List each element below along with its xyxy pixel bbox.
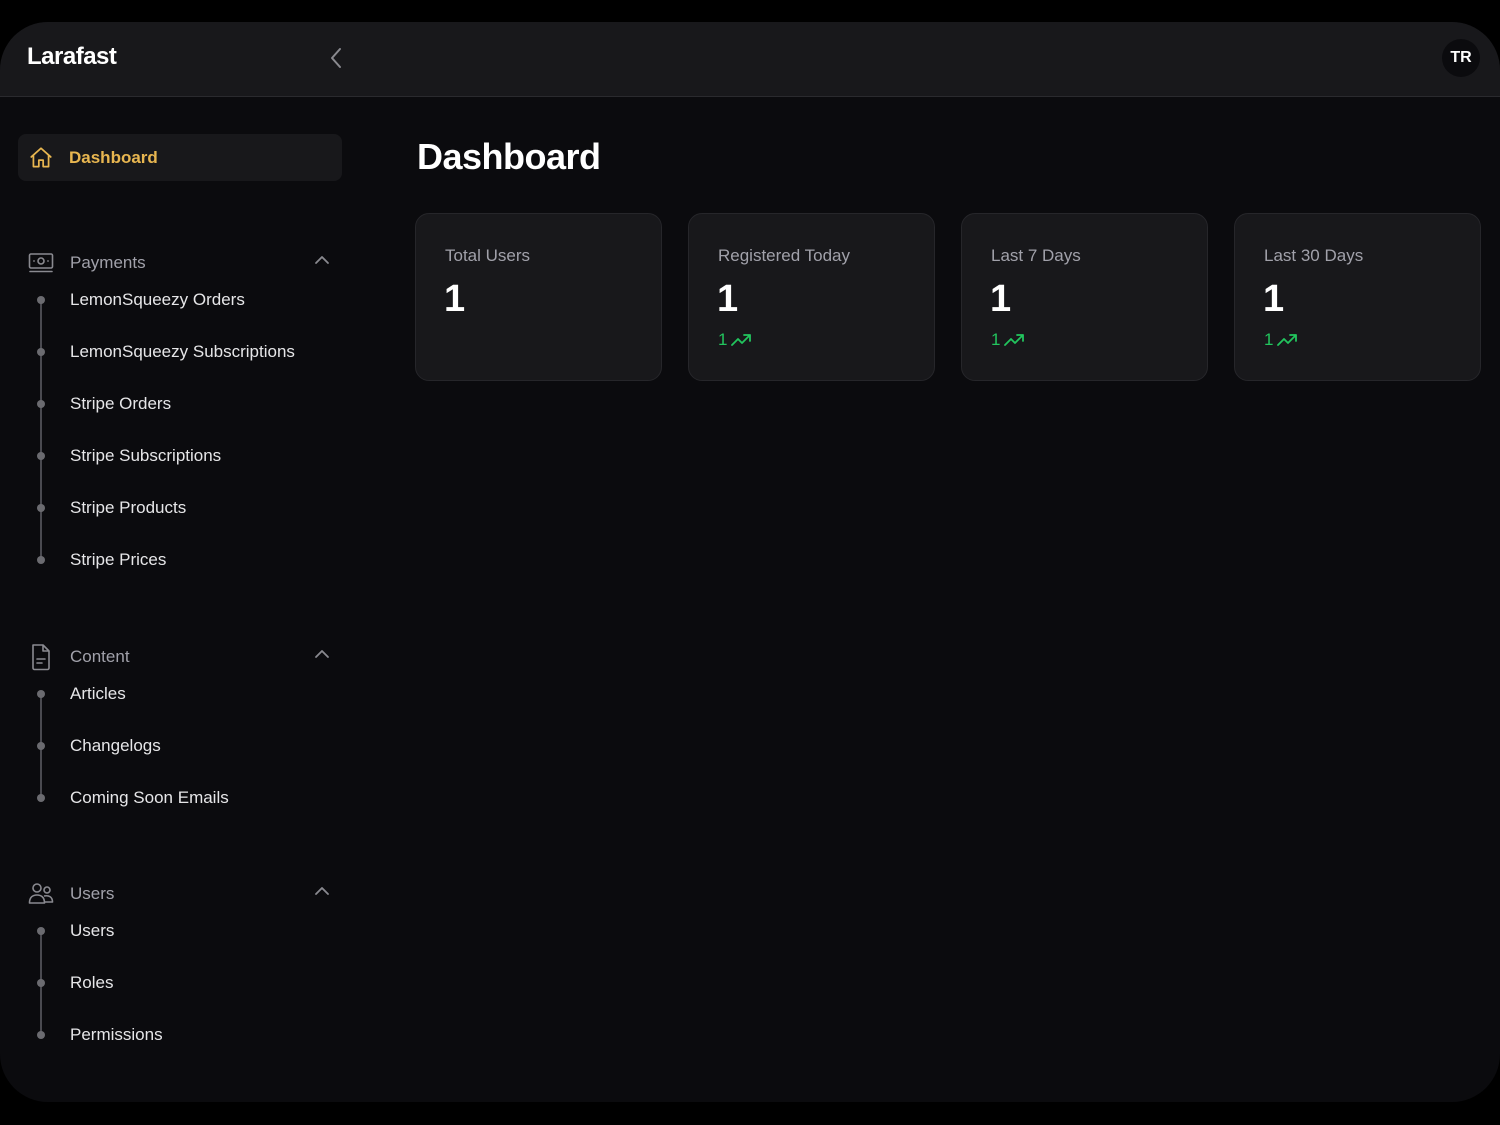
sidebar-item-label: Permissions bbox=[70, 1025, 163, 1044]
stat-card-last-7-days: Last 7 Days 1 1 bbox=[961, 213, 1208, 381]
bullet-icon bbox=[37, 794, 45, 802]
bullet-icon bbox=[37, 400, 45, 408]
sidebar-item-label: Stripe Subscriptions bbox=[70, 446, 222, 465]
bullet-icon bbox=[37, 1031, 45, 1039]
sidebar-item-stripe-products[interactable]: Stripe Products bbox=[0, 493, 360, 523]
stat-label: Total Users bbox=[445, 246, 531, 265]
bullet-icon bbox=[37, 296, 45, 304]
chevron-up-icon[interactable] bbox=[314, 254, 330, 266]
stat-value: 1 bbox=[1263, 278, 1285, 320]
stat-value: 1 bbox=[717, 278, 739, 320]
bullet-icon bbox=[37, 690, 45, 698]
sidebar-item-label: Changelogs bbox=[70, 736, 161, 755]
sidebar-item-dashboard[interactable]: Dashboard bbox=[18, 134, 342, 181]
stat-card-last-30-days: Last 30 Days 1 1 bbox=[1234, 213, 1481, 381]
stat-card-registered-today: Registered Today 1 1 bbox=[688, 213, 935, 381]
users-icon bbox=[28, 883, 54, 904]
sidebar-group-header-users[interactable]: Users bbox=[28, 879, 332, 909]
sidebar-item-lemonsqueezy-orders[interactable]: LemonSqueezy Orders bbox=[0, 285, 360, 315]
sidebar-item-roles[interactable]: Roles bbox=[0, 968, 360, 998]
sidebar-item-label: LemonSqueezy Subscriptions bbox=[70, 342, 295, 361]
sidebar-item-label: Dashboard bbox=[69, 147, 158, 167]
sidebar-item-stripe-subscriptions[interactable]: Stripe Subscriptions bbox=[0, 441, 360, 471]
sidebar-item-label: Stripe Prices bbox=[70, 550, 167, 569]
chevron-left-icon bbox=[331, 48, 341, 68]
page-title: Dashboard bbox=[417, 136, 601, 177]
stat-trend: 1 bbox=[718, 330, 753, 350]
bullet-icon bbox=[37, 452, 45, 460]
user-avatar[interactable]: TR bbox=[1442, 39, 1480, 77]
stat-value: 1 bbox=[990, 278, 1012, 320]
sidebar-item-articles[interactable]: Articles bbox=[0, 679, 360, 709]
sidebar-item-label: LemonSqueezy Orders bbox=[70, 290, 245, 309]
stat-label: Registered Today bbox=[718, 246, 850, 265]
collapse-sidebar-button[interactable] bbox=[322, 44, 350, 72]
sidebar-item-stripe-orders[interactable]: Stripe Orders bbox=[0, 389, 360, 419]
bullet-icon bbox=[37, 556, 45, 564]
sidebar-item-label: Stripe Products bbox=[70, 498, 187, 517]
stat-trend-value: 1 bbox=[1264, 330, 1274, 349]
brand-logo[interactable]: Larafast bbox=[27, 43, 117, 71]
document-text-icon bbox=[32, 644, 50, 671]
chevron-up-icon[interactable] bbox=[314, 648, 330, 660]
bullet-icon bbox=[37, 504, 45, 512]
sidebar-group-label: Content bbox=[70, 647, 130, 666]
sidebar-group-label: Payments bbox=[70, 253, 146, 272]
stat-label: Last 30 Days bbox=[1264, 246, 1364, 265]
trending-up-icon bbox=[731, 334, 752, 346]
sidebar-item-label: Users bbox=[70, 921, 115, 940]
sidebar-item-permissions[interactable]: Permissions bbox=[0, 1020, 360, 1050]
sidebar-group-label: Users bbox=[70, 884, 115, 903]
trending-up-icon bbox=[1004, 334, 1025, 346]
stat-trend: 1 bbox=[991, 330, 1026, 350]
bullet-icon bbox=[37, 348, 45, 356]
trending-up-icon bbox=[1277, 334, 1298, 346]
home-icon bbox=[30, 146, 52, 168]
sidebar-group-header-payments[interactable]: Payments bbox=[28, 248, 332, 278]
stat-trend: 1 bbox=[1264, 330, 1299, 350]
sidebar: Dashboard Payments LemonSqueezy Orders L… bbox=[0, 98, 360, 1102]
stat-card-total-users: Total Users 1 bbox=[415, 213, 662, 381]
sidebar-item-stripe-prices[interactable]: Stripe Prices bbox=[0, 545, 360, 575]
sidebar-item-lemonsqueezy-subscriptions[interactable]: LemonSqueezy Subscriptions bbox=[0, 337, 360, 367]
sidebar-item-label: Articles bbox=[70, 684, 126, 703]
sidebar-item-label: Coming Soon Emails bbox=[70, 788, 229, 807]
sidebar-item-users[interactable]: Users bbox=[0, 916, 360, 946]
stat-trend-value: 1 bbox=[991, 330, 1001, 349]
sidebar-item-label: Roles bbox=[70, 973, 114, 992]
sidebar-item-label: Stripe Orders bbox=[70, 394, 172, 413]
chevron-up-icon[interactable] bbox=[314, 885, 330, 897]
top-bar: Larafast TR bbox=[0, 22, 1500, 97]
sidebar-item-changelogs[interactable]: Changelogs bbox=[0, 731, 360, 761]
main-content: Dashboard Total Users 1 Registered Today… bbox=[360, 98, 1500, 1102]
sidebar-item-coming-soon-emails[interactable]: Coming Soon Emails bbox=[0, 783, 360, 813]
stats-cards: Total Users 1 Registered Today 1 1 Last … bbox=[415, 213, 1481, 381]
banknotes-icon bbox=[28, 253, 54, 273]
stat-value: 1 bbox=[444, 278, 466, 320]
bullet-icon bbox=[37, 742, 45, 750]
bullet-icon bbox=[37, 927, 45, 935]
bullet-icon bbox=[37, 979, 45, 987]
stat-label: Last 7 Days bbox=[991, 246, 1081, 265]
sidebar-group-header-content[interactable]: Content bbox=[28, 642, 332, 672]
app-window: Larafast TR Dashboard Payments LemonSque… bbox=[0, 22, 1500, 1102]
stat-trend-value: 1 bbox=[718, 330, 728, 349]
